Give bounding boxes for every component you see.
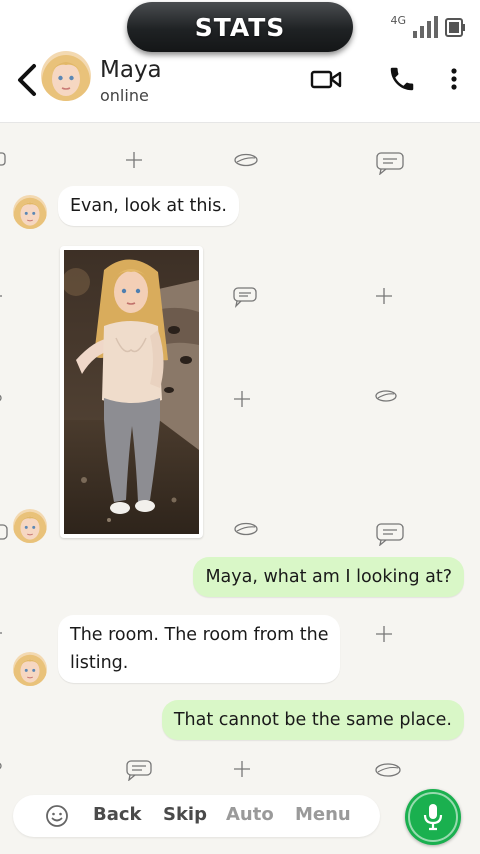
wallpaper-chat-icon [233,287,257,308]
avatar-portrait [13,652,47,686]
status-bar: 4G [390,12,466,42]
back-arrow-icon[interactable] [12,60,42,100]
avatar-portrait [41,51,91,101]
selfie-photo[interactable] [64,250,199,534]
wallpaper-plus-icon [0,632,2,634]
message-text: That cannot be the same place. [173,710,452,730]
video-call-icon[interactable] [310,66,342,92]
wallpaper-chat-icon [0,152,6,166]
network-type-label: 4G [390,13,406,27]
message-text-line: The room. The room from the [70,625,329,645]
message-text: Evan, look at this. [70,196,227,216]
wallpaper-leaf-icon [375,390,397,402]
message-avatar[interactable] [13,509,47,543]
wallpaper-chat-icon [126,760,152,781]
mic-button-ring [408,792,458,842]
message-text-line: listing. [70,653,129,673]
image-message-card[interactable] [60,246,203,538]
signal-icon [413,16,438,38]
phone-icon[interactable] [387,64,417,94]
wallpaper-plus-icon [0,295,2,297]
avatar-portrait [13,195,47,229]
chat-header: STATS 4G Maya online [0,0,480,123]
incoming-message-bubble[interactable]: The room. The room from the listing. [58,615,341,683]
wallpaper-leaf-icon [234,522,258,536]
wallpaper-leaf-icon [0,762,2,770]
message-avatar[interactable] [13,652,47,686]
more-vert-icon[interactable] [446,66,462,94]
selfie-illustration [64,250,199,534]
contact-status: online [100,86,149,105]
wallpaper-plus-icon [126,152,142,168]
skip-control-button[interactable]: Skip [163,804,207,825]
wallpaper-plus-icon [376,288,392,304]
contact-name: Maya [100,57,162,83]
message-avatar[interactable] [13,195,47,229]
menu-control-button[interactable]: Menu [295,804,351,825]
wallpaper-chat-icon [376,523,404,546]
outgoing-message-bubble[interactable]: Maya, what am I looking at? [193,557,464,597]
battery-icon [445,18,465,37]
outgoing-message-bubble[interactable]: That cannot be the same place. [161,700,464,740]
wallpaper-leaf-icon [375,763,401,777]
wallpaper-plus-icon [376,626,392,642]
wallpaper-leaf-icon [0,394,2,402]
message-text: Maya, what am I looking at? [205,567,452,587]
auto-control-button[interactable]: Auto [226,804,274,825]
avatar-portrait [13,509,47,543]
wallpaper-plus-icon [234,761,250,777]
incoming-message-bubble[interactable]: Evan, look at this. [58,186,239,226]
wallpaper-chat-icon [0,524,8,540]
wallpaper-leaf-icon [234,153,258,167]
stats-button[interactable]: STATS [127,2,353,52]
game-controls-bar: Back Skip Auto Menu [13,795,380,837]
back-control-button[interactable]: Back [93,804,142,825]
wallpaper-plus-icon [234,391,250,407]
mic-button[interactable] [405,789,461,845]
contact-avatar[interactable] [41,51,91,101]
stats-label: STATS [194,12,286,42]
wallpaper-chat-icon [376,152,404,175]
smiley-icon[interactable] [45,804,69,828]
chat-area[interactable]: Evan, look at this. Maya, what am I look… [0,123,480,854]
